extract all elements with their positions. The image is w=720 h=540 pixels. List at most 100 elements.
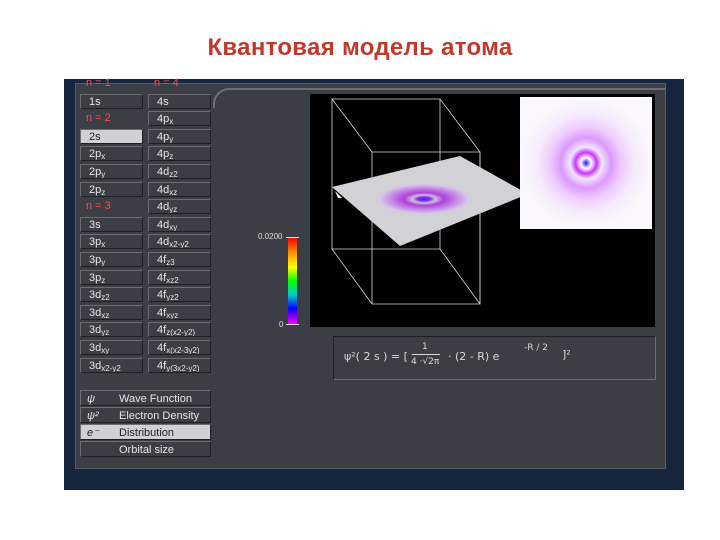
orbital-subscript: z(x2-y2) [166, 328, 196, 337]
formula-rhs: ]² [562, 348, 571, 361]
orbital-button-4fx-x2-3y2-[interactable]: 4fx(x2-3y2) [148, 340, 211, 355]
formula-fraction-bar [412, 354, 440, 355]
orbital-button-4px[interactable]: 4px [148, 111, 211, 126]
orbital-label: 3p [89, 272, 102, 284]
orbital-subscript: x2-y2 [169, 240, 189, 249]
orbital-label: 2p [89, 148, 102, 160]
orbital-label: 4f [157, 342, 167, 354]
orbital-button-3px[interactable]: 3px [80, 234, 143, 249]
orbital-subscript: xyz [166, 311, 179, 320]
orbital-label: 4f [157, 307, 167, 319]
orbital-label: 2p [89, 166, 102, 178]
orbital-button-3pz[interactable]: 3pz [80, 270, 143, 285]
orbital-3d-view[interactable] [310, 94, 655, 327]
orbital-button-2py[interactable]: 2py [80, 164, 143, 179]
orbital-label: 3d [89, 324, 102, 336]
orbital-label: 3d [89, 342, 102, 354]
orbital-button-3dz2[interactable]: 3dz2 [80, 287, 143, 302]
orbital-button-4fz3[interactable]: 4fz3 [148, 252, 211, 267]
mode-distribution[interactable]: e⁻ Distribution [80, 424, 211, 440]
orbital-button-4fxyz[interactable]: 4fxyz [148, 305, 211, 320]
orbital-3d-plot [331, 97, 652, 305]
formula-display: ψ²( 2 s ) = [ 1 4 ·√2π · (2 - R) e -R / … [333, 336, 656, 380]
orbital-button-4fz-x2-y2-[interactable]: 4fz(x2-y2) [148, 322, 211, 337]
orbital-button-4pz[interactable]: 4pz [148, 146, 211, 161]
orbital-label: 4p [157, 113, 170, 125]
formula-mid: · (2 - R) e [448, 350, 500, 363]
mode-wave-function[interactable]: ψ Wave Function [80, 390, 211, 406]
orbital-label: 4f [157, 289, 167, 301]
mode-label: Distribution [119, 427, 175, 439]
orbital-button-3dxz[interactable]: 3dxz [80, 305, 143, 320]
colorbar [288, 238, 297, 324]
orbital-subscript: xy [169, 223, 178, 232]
mode-label: Orbital size [119, 444, 175, 456]
colorbar-max-label: 0.0200 [258, 232, 283, 241]
orbital-button-3dyz[interactable]: 3dyz [80, 322, 143, 337]
orbital-label: 4d [157, 219, 170, 231]
orbital-button-3py[interactable]: 3py [80, 252, 143, 267]
formula-denominator: 4 ·√2π [411, 357, 440, 367]
orbital-button-2px[interactable]: 2px [80, 146, 143, 161]
formula-lhs: ψ²( 2 s ) = [ [344, 350, 408, 363]
density-cross-section [520, 97, 652, 229]
mode-orbital-size[interactable]: Orbital size [80, 441, 211, 457]
orbital-subscript: x [101, 240, 106, 249]
orbital-subscript: yz2 [166, 293, 179, 302]
mode-symbol: e⁻ [87, 427, 99, 439]
formula-exponent: -R / 2 [524, 343, 548, 353]
orbital-subscript: xz [169, 188, 178, 197]
colorbar-min-label: 0 [279, 320, 284, 329]
orbital-button-4dyz[interactable]: 4dyz [148, 199, 211, 214]
orbital-subscript: z2 [169, 170, 178, 179]
orbital-subscript: yz [169, 205, 178, 214]
orbital-label: n = 2 [86, 112, 111, 124]
mode-electron-density[interactable]: ψ² Electron Density [80, 407, 211, 423]
orbital-button-4fxz2[interactable]: 4fxz2 [148, 270, 211, 285]
orbital-label: 1s [89, 96, 101, 108]
orbital-subscript: z3 [166, 258, 175, 267]
orbital-button-3dxy[interactable]: 3dxy [80, 340, 143, 355]
orbital-subscript: z [169, 152, 174, 161]
colorbar-tick-max [286, 237, 299, 238]
orbital-label: 4d [157, 201, 170, 213]
orbital-button-1s[interactable]: 1s [80, 94, 143, 109]
orbital-button-3s[interactable]: 3s [80, 217, 143, 232]
formula-numerator: 1 [422, 342, 428, 352]
orbital-subscript: x(x2-3y2) [166, 346, 200, 355]
orbital-button-4py[interactable]: 4py [148, 129, 211, 144]
orbital-subscript: x2-y2 [101, 364, 121, 373]
orbital-button-4dx2-y2[interactable]: 4dx2-y2 [148, 234, 211, 249]
orbital-label: 4p [157, 148, 170, 160]
shell-header-n-4: n = 4 [148, 76, 211, 91]
orbital-button-3dx2-y2[interactable]: 3dx2-y2 [80, 358, 143, 373]
orbital-button-2s[interactable]: 2s [80, 129, 143, 144]
density-cloud-3d [372, 182, 476, 216]
orbital-label: 4d [157, 236, 170, 248]
orbital-button-4s[interactable]: 4s [148, 94, 211, 109]
mode-symbol: ψ² [87, 410, 99, 422]
orbital-button-4dxy[interactable]: 4dxy [148, 217, 211, 232]
orbital-button-4fyz2[interactable]: 4fyz2 [148, 287, 211, 302]
mode-symbol: ψ [87, 393, 96, 405]
orbital-subscript: x [101, 152, 106, 161]
orbital-label: 4d [157, 184, 170, 196]
orbital-button-2pz[interactable]: 2pz [80, 182, 143, 197]
orbital-subscript: y [169, 135, 174, 144]
orbital-label: 4d [157, 166, 170, 178]
mode-label: Electron Density [119, 410, 200, 422]
orbital-button-4dz2[interactable]: 4dz2 [148, 164, 211, 179]
orbital-label: n = 1 [86, 77, 111, 89]
orbital-button-4fy-3x2-y2-[interactable]: 4fy(3x2-y2) [148, 358, 211, 373]
shell-header-n-1: n = 1 [80, 76, 143, 91]
orbital-button-4dxz[interactable]: 4dxz [148, 182, 211, 197]
mode-label: Wave Function [119, 393, 192, 405]
orbital-label: 3p [89, 236, 102, 248]
orbital-label: 4s [157, 96, 169, 108]
orbital-label: n = 4 [154, 77, 179, 89]
orbital-subscript: yz [101, 328, 110, 337]
orbital-subscript: y [101, 258, 106, 267]
orbital-subscript: xy [101, 346, 110, 355]
orbital-label: 4f [157, 272, 167, 284]
orbital-label: 2s [89, 131, 101, 143]
